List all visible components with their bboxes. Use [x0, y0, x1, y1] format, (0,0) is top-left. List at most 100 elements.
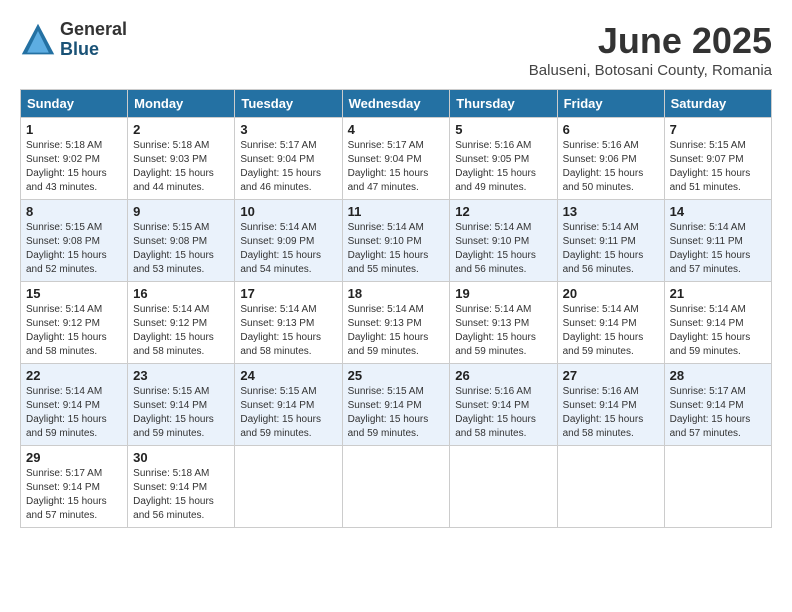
logo: General Blue — [20, 20, 127, 60]
day-info: Sunrise: 5:17 AM Sunset: 9:04 PM Dayligh… — [348, 139, 445, 195]
day-info: Sunrise: 5:15 AM Sunset: 9:07 PM Dayligh… — [670, 139, 766, 195]
title-block: June 2025 Baluseni, Botosani County, Rom… — [529, 20, 772, 79]
calendar-header-row: Sunday Monday Tuesday Wednesday Thursday… — [21, 90, 772, 118]
table-row: 9 Sunrise: 5:15 AM Sunset: 9:08 PM Daylig… — [128, 200, 235, 282]
table-row: 10Sunrise: 5:14 AM Sunset: 9:09 PM Dayli… — [235, 200, 342, 282]
day-info: Sunrise: 5:14 AM Sunset: 9:10 PM Dayligh… — [348, 221, 445, 277]
day-info: Sunrise: 5:14 AM Sunset: 9:11 PM Dayligh… — [670, 221, 766, 277]
day-number: 19 — [455, 286, 551, 301]
day-number: 20 — [563, 286, 659, 301]
day-number: 16 — [133, 286, 229, 301]
day-number: 12 — [455, 204, 551, 219]
day-number: 26 — [455, 368, 551, 383]
day-info: Sunrise: 5:14 AM Sunset: 9:13 PM Dayligh… — [455, 303, 551, 359]
day-info: Sunrise: 5:15 AM Sunset: 9:14 PM Dayligh… — [348, 385, 445, 441]
col-thursday: Thursday — [450, 90, 557, 118]
day-number: 9 — [133, 204, 229, 219]
calendar-week-row: 22Sunrise: 5:14 AM Sunset: 9:14 PM Dayli… — [21, 364, 772, 446]
table-row: 21 Sunrise: 5:14 AM Sunset: 9:14 PM Dayli… — [664, 282, 771, 364]
day-info: Sunrise: 5:17 AM Sunset: 9:14 PM Dayligh… — [26, 467, 122, 523]
table-row: 3 Sunrise: 5:17 AM Sunset: 9:04 PM Daylig… — [235, 118, 342, 200]
day-number: 8 — [26, 204, 122, 219]
table-row: 8 Sunrise: 5:15 AM Sunset: 9:08 PM Daylig… — [21, 200, 128, 282]
table-row: 19 Sunrise: 5:14 AM Sunset: 9:13 PM Dayli… — [450, 282, 557, 364]
table-row: 25 Sunrise: 5:15 AM Sunset: 9:14 PM Dayli… — [342, 364, 450, 446]
day-number: 5 — [455, 122, 551, 137]
day-info: Sunrise: 5:16 AM Sunset: 9:14 PM Dayligh… — [455, 385, 551, 441]
day-info: Sunrise: 5:15 AM Sunset: 9:08 PM Dayligh… — [133, 221, 229, 277]
table-row: 6 Sunrise: 5:16 AM Sunset: 9:06 PM Daylig… — [557, 118, 664, 200]
day-number: 4 — [348, 122, 445, 137]
day-number: 22 — [26, 368, 122, 383]
day-number: 1 — [26, 122, 122, 137]
table-row: 14 Sunrise: 5:14 AM Sunset: 9:11 PM Dayli… — [664, 200, 771, 282]
table-row — [342, 446, 450, 528]
logo-text: General Blue — [60, 20, 127, 60]
table-row: 22Sunrise: 5:14 AM Sunset: 9:14 PM Dayli… — [21, 364, 128, 446]
table-row — [235, 446, 342, 528]
table-row — [664, 446, 771, 528]
day-info: Sunrise: 5:14 AM Sunset: 9:12 PM Dayligh… — [26, 303, 122, 359]
col-sunday: Sunday — [21, 90, 128, 118]
day-number: 13 — [563, 204, 659, 219]
day-info: Sunrise: 5:14 AM Sunset: 9:12 PM Dayligh… — [133, 303, 229, 359]
col-friday: Friday — [557, 90, 664, 118]
table-row: 7 Sunrise: 5:15 AM Sunset: 9:07 PM Daylig… — [664, 118, 771, 200]
calendar-week-row: 1 Sunrise: 5:18 AM Sunset: 9:02 PM Daylig… — [21, 118, 772, 200]
day-info: Sunrise: 5:16 AM Sunset: 9:05 PM Dayligh… — [455, 139, 551, 195]
col-tuesday: Tuesday — [235, 90, 342, 118]
table-row: 27 Sunrise: 5:16 AM Sunset: 9:14 PM Dayli… — [557, 364, 664, 446]
calendar-week-row: 29Sunrise: 5:17 AM Sunset: 9:14 PM Dayli… — [21, 446, 772, 528]
day-number: 21 — [670, 286, 766, 301]
table-row: 24Sunrise: 5:15 AM Sunset: 9:14 PM Dayli… — [235, 364, 342, 446]
table-row: 16 Sunrise: 5:14 AM Sunset: 9:12 PM Dayli… — [128, 282, 235, 364]
day-info: Sunrise: 5:14 AM Sunset: 9:13 PM Dayligh… — [240, 303, 336, 359]
table-row: 12 Sunrise: 5:14 AM Sunset: 9:10 PM Dayli… — [450, 200, 557, 282]
day-info: Sunrise: 5:17 AM Sunset: 9:04 PM Dayligh… — [240, 139, 336, 195]
day-number: 28 — [670, 368, 766, 383]
table-row — [450, 446, 557, 528]
day-number: 17 — [240, 286, 336, 301]
table-row: 18 Sunrise: 5:14 AM Sunset: 9:13 PM Dayli… — [342, 282, 450, 364]
day-info: Sunrise: 5:14 AM Sunset: 9:13 PM Dayligh… — [348, 303, 445, 359]
day-number: 18 — [348, 286, 445, 301]
day-info: Sunrise: 5:18 AM Sunset: 9:02 PM Dayligh… — [26, 139, 122, 195]
page-header: General Blue June 2025 Baluseni, Botosan… — [20, 20, 772, 79]
day-number: 7 — [670, 122, 766, 137]
day-info: Sunrise: 5:14 AM Sunset: 9:14 PM Dayligh… — [670, 303, 766, 359]
day-number: 24 — [240, 368, 336, 383]
day-info: Sunrise: 5:15 AM Sunset: 9:08 PM Dayligh… — [26, 221, 122, 277]
day-number: 14 — [670, 204, 766, 219]
calendar-week-row: 15 Sunrise: 5:14 AM Sunset: 9:12 PM Dayli… — [21, 282, 772, 364]
col-saturday: Saturday — [664, 90, 771, 118]
col-wednesday: Wednesday — [342, 90, 450, 118]
day-info: Sunrise: 5:18 AM Sunset: 9:03 PM Dayligh… — [133, 139, 229, 195]
table-row: 28Sunrise: 5:17 AM Sunset: 9:14 PM Dayli… — [664, 364, 771, 446]
day-number: 2 — [133, 122, 229, 137]
day-number: 25 — [348, 368, 445, 383]
day-number: 23 — [133, 368, 229, 383]
logo-blue-text: Blue — [60, 40, 127, 60]
logo-icon — [20, 22, 56, 58]
day-info: Sunrise: 5:14 AM Sunset: 9:10 PM Dayligh… — [455, 221, 551, 277]
day-number: 3 — [240, 122, 336, 137]
day-info: Sunrise: 5:16 AM Sunset: 9:14 PM Dayligh… — [563, 385, 659, 441]
day-number: 27 — [563, 368, 659, 383]
day-info: Sunrise: 5:16 AM Sunset: 9:06 PM Dayligh… — [563, 139, 659, 195]
table-row: 23 Sunrise: 5:15 AM Sunset: 9:14 PM Dayli… — [128, 364, 235, 446]
day-number: 6 — [563, 122, 659, 137]
logo-general-text: General — [60, 20, 127, 40]
table-row: 20 Sunrise: 5:14 AM Sunset: 9:14 PM Dayli… — [557, 282, 664, 364]
table-row: 29Sunrise: 5:17 AM Sunset: 9:14 PM Dayli… — [21, 446, 128, 528]
table-row: 11Sunrise: 5:14 AM Sunset: 9:10 PM Dayli… — [342, 200, 450, 282]
table-row: 5 Sunrise: 5:16 AM Sunset: 9:05 PM Daylig… — [450, 118, 557, 200]
day-info: Sunrise: 5:15 AM Sunset: 9:14 PM Dayligh… — [133, 385, 229, 441]
table-row — [557, 446, 664, 528]
day-number: 30 — [133, 450, 229, 465]
month-title: June 2025 — [529, 20, 772, 62]
day-number: 15 — [26, 286, 122, 301]
table-row: 1 Sunrise: 5:18 AM Sunset: 9:02 PM Daylig… — [21, 118, 128, 200]
day-info: Sunrise: 5:14 AM Sunset: 9:14 PM Dayligh… — [563, 303, 659, 359]
table-row: 26 Sunrise: 5:16 AM Sunset: 9:14 PM Dayli… — [450, 364, 557, 446]
table-row: 15 Sunrise: 5:14 AM Sunset: 9:12 PM Dayli… — [21, 282, 128, 364]
